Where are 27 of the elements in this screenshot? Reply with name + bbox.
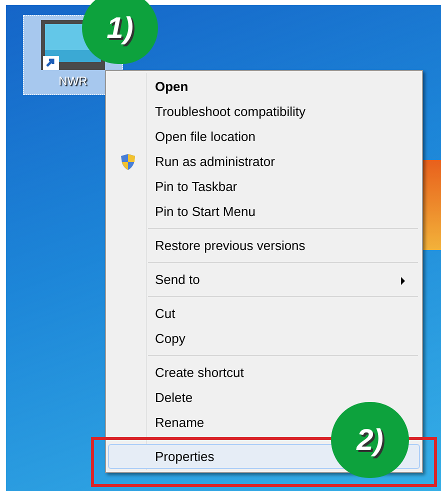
menu-item[interactable]: Create shortcut [108, 360, 420, 385]
menu-item-label: Properties [155, 448, 214, 466]
shortcut-label: NWR [58, 73, 88, 90]
menu-item[interactable]: Send to [108, 267, 420, 292]
menu-item[interactable]: Restore previous versions [108, 233, 420, 258]
menu-item[interactable]: Troubleshoot compatibility [108, 99, 420, 124]
menu-item[interactable]: Copy [108, 326, 420, 351]
menu-item-label: Send to [155, 270, 200, 289]
menu-item[interactable]: Run as administrator [108, 149, 420, 174]
menu-item-label: Rename [155, 414, 204, 432]
menu-item-label: Pin to Start Menu [155, 202, 256, 221]
menu-item-label: Troubleshoot compatibility [155, 102, 306, 121]
menu-item[interactable]: Pin to Start Menu [108, 199, 420, 224]
menu-item-label: Open file location [155, 128, 256, 146]
menu-item-label: Create shortcut [155, 364, 244, 382]
menu-item[interactable]: Cut [108, 301, 420, 326]
menu-item-label: Copy [155, 330, 186, 348]
menu-item[interactable]: Open file location [108, 124, 420, 149]
menu-item-label: Pin to Taskbar [155, 178, 238, 196]
shield-icon [120, 152, 136, 170]
menu-item-label: Cut [155, 304, 176, 323]
submenu-arrow-icon [401, 277, 405, 285]
menu-item-label: Open [155, 78, 188, 96]
menu-item-label: Delete [155, 388, 193, 407]
menu-item-label: Run as administrator [155, 152, 275, 171]
menu-item-label: Restore previous versions [155, 236, 306, 255]
menu-item[interactable]: Pin to Taskbar [108, 174, 420, 199]
